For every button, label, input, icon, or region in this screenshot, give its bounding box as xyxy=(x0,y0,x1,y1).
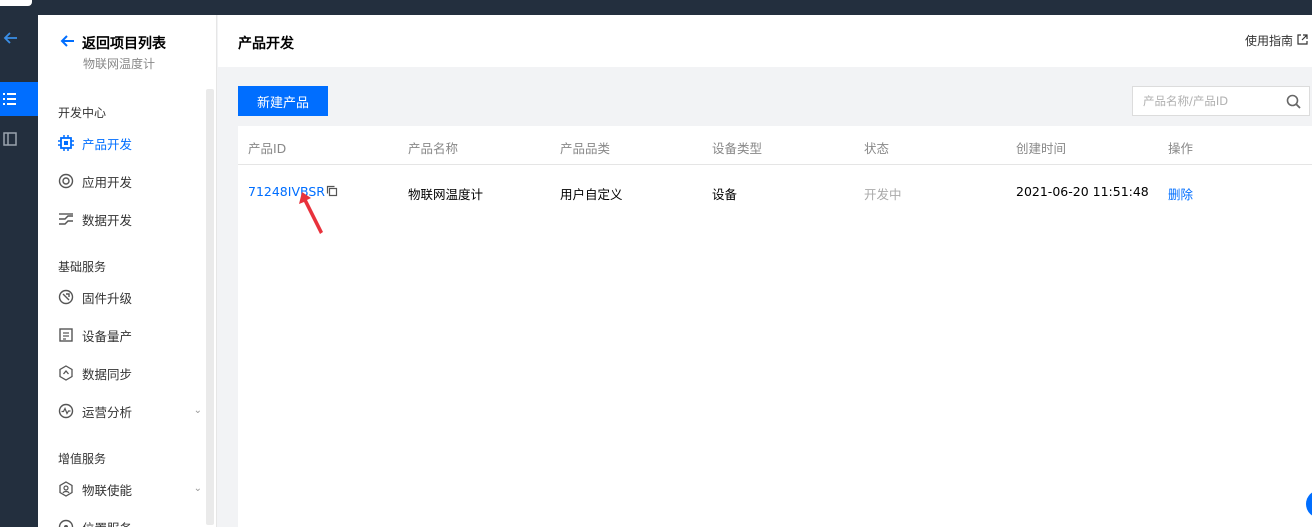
product-table: 产品ID 产品名称 产品品类 设备类型 状态 创建时间 操作 71248IVBS… xyxy=(238,126,1312,527)
column-header-product-id: 产品ID xyxy=(248,141,287,156)
external-link-icon xyxy=(1297,33,1308,48)
group-title-value-added: 增值服务 xyxy=(58,452,107,466)
product-name-cell: 物联网温度计 xyxy=(408,187,484,202)
device-type-cell: 设备 xyxy=(712,187,738,202)
table-row: 71248IVBSR 物联网温度计 用户自定义 设备 开发中 2021-06-2… xyxy=(238,166,1312,218)
annotation-arrow-icon xyxy=(299,192,323,234)
data-flow-icon xyxy=(58,211,74,227)
top-bar xyxy=(0,0,1312,15)
chevron-down-icon[interactable]: ⌄ xyxy=(194,405,202,416)
back-arrow-icon xyxy=(60,33,76,53)
chip-icon xyxy=(58,135,74,151)
sync-icon xyxy=(58,365,74,381)
sidebar-item-label: 设备量产 xyxy=(82,328,133,344)
page-header: 产品开发 使用指南 xyxy=(218,15,1312,67)
chevron-down-icon[interactable]: ⌄ xyxy=(194,483,202,494)
sidebar-item-label: 数据同步 xyxy=(82,366,133,382)
usage-guide-label: 使用指南 xyxy=(1244,34,1293,48)
copy-icon[interactable] xyxy=(326,185,338,197)
device-batch-icon xyxy=(58,327,74,343)
column-header-status: 状态 xyxy=(864,141,890,156)
back-label: 返回项目列表 xyxy=(82,36,166,52)
project-name: 物联网温度计 xyxy=(83,57,156,71)
sidebar-item-label: 位置服务 xyxy=(82,518,132,527)
group-title-dev: 开发中心 xyxy=(58,106,107,120)
new-product-button[interactable]: 新建产品 xyxy=(238,86,328,116)
back-to-project-list-link[interactable]: 返回项目列表 xyxy=(60,33,166,53)
sidebar-item-label: 运营分析 xyxy=(82,404,133,420)
sidebar-item-label: 产品开发 xyxy=(82,136,133,152)
rail-list-icon[interactable] xyxy=(0,82,38,116)
left-rail xyxy=(0,15,38,527)
column-header-product-name: 产品名称 xyxy=(408,141,459,156)
column-header-device-type: 设备类型 xyxy=(712,141,763,156)
sidebar-item-location[interactable]: 位置服务 xyxy=(58,515,208,527)
firmware-icon xyxy=(58,289,74,305)
location-icon xyxy=(58,519,74,527)
sidebar-item-label: 固件升级 xyxy=(82,290,133,306)
usage-guide-link[interactable]: 使用指南 xyxy=(1245,32,1308,49)
column-header-created-at: 创建时间 xyxy=(1016,141,1067,156)
search-icon[interactable] xyxy=(1279,87,1307,115)
search-box xyxy=(1132,86,1310,116)
sidebar-item-device-batch[interactable]: 设备量产 xyxy=(58,323,208,347)
delete-link[interactable]: 删除 xyxy=(1168,184,1193,203)
sidebar-item-product-dev[interactable]: 产品开发 xyxy=(58,131,208,155)
rail-back-arrow-icon[interactable] xyxy=(0,29,38,55)
sidebar-item-label: 数据开发 xyxy=(82,212,133,228)
group-title-basic: 基础服务 xyxy=(58,260,107,274)
table-header: 产品ID 产品名称 产品品类 设备类型 状态 创建时间 操作 xyxy=(238,126,1312,165)
sidebar-item-analytics[interactable]: 运营分析 ⌄ xyxy=(58,399,208,423)
category-cell: 用户自定义 xyxy=(560,187,623,202)
enable-icon xyxy=(58,481,74,497)
rail-book-icon[interactable] xyxy=(0,125,38,153)
search-input[interactable] xyxy=(1133,87,1279,115)
status-cell: 开发中 xyxy=(864,187,902,202)
analytics-icon xyxy=(58,403,74,419)
sidebar: 返回项目列表 物联网温度计 开发中心 产品开发 应用开发 数据开发 基础服务 固… xyxy=(38,15,217,527)
sidebar-item-label: 应用开发 xyxy=(82,174,133,190)
sidebar-item-app-dev[interactable]: 应用开发 xyxy=(58,169,208,193)
sidebar-item-data-sync[interactable]: 数据同步 xyxy=(58,361,208,385)
page-title: 产品开发 xyxy=(238,36,294,52)
column-header-actions: 操作 xyxy=(1168,141,1194,156)
created-at-cell: 2021-06-20 11:51:48 xyxy=(1016,184,1149,199)
sidebar-item-data-dev[interactable]: 数据开发 xyxy=(58,207,208,231)
sidebar-item-firmware[interactable]: 固件升级 xyxy=(58,285,208,309)
app-icon xyxy=(58,173,74,189)
sidebar-item-iot-enable[interactable]: 物联使能 ⌄ xyxy=(58,477,208,501)
logo[interactable] xyxy=(0,0,32,6)
sidebar-scrollbar[interactable] xyxy=(206,89,214,525)
sidebar-item-label: 物联使能 xyxy=(82,482,133,498)
column-header-category: 产品品类 xyxy=(560,141,611,156)
